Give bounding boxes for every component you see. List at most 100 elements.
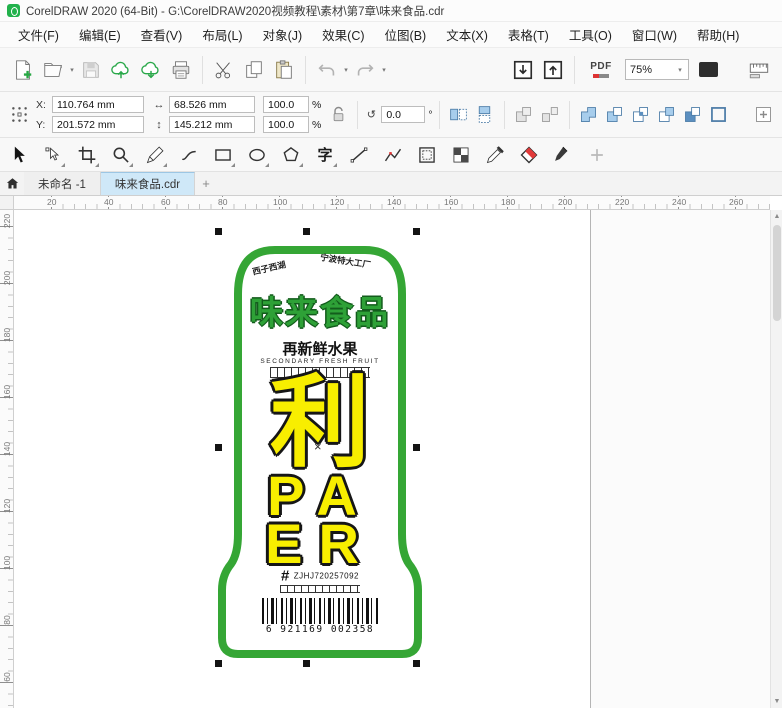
horizontal-ruler[interactable]: 20 40 60 80 100 120 140 160 180 200 220 … (14, 196, 770, 210)
trim-button[interactable] (602, 100, 628, 130)
create-boundary-button[interactable] (706, 100, 732, 130)
menu-help[interactable]: 帮助(H) (687, 22, 749, 47)
open-button[interactable] (38, 54, 68, 86)
x-position-input[interactable]: 110.764 mm (52, 96, 144, 113)
line-tool[interactable] (346, 141, 372, 169)
undo-button[interactable] (312, 54, 342, 86)
menu-effects[interactable]: 效果(C) (312, 22, 374, 47)
new-tab-button[interactable]: + (195, 172, 217, 195)
selection-handle-middle-right[interactable] (413, 444, 420, 451)
document-tab-untitled[interactable]: 未命名 -1 (24, 172, 101, 195)
selection-handle-bottom-left[interactable] (215, 660, 222, 667)
curve-icon (179, 145, 199, 165)
intersect-button[interactable] (628, 100, 654, 130)
text-tool[interactable]: 字 (312, 141, 338, 169)
print-button[interactable] (166, 54, 196, 86)
weld-button[interactable] (576, 100, 602, 130)
selection-center-mark[interactable]: × (314, 439, 322, 454)
hruler-label: 40 (103, 197, 114, 207)
scroll-up-button[interactable]: ▲ (771, 210, 782, 223)
two-point-line-tool[interactable] (176, 141, 202, 169)
rotation-angle-input[interactable]: 0.0 (381, 106, 425, 123)
mirror-vertical-button[interactable] (472, 100, 498, 130)
ruler-origin-button[interactable] (0, 196, 14, 210)
menu-bitmaps[interactable]: 位图(B) (375, 22, 437, 47)
menu-edit[interactable]: 编辑(E) (69, 22, 131, 47)
object-width-input[interactable]: 68.526 mm (169, 96, 255, 113)
paste-button[interactable] (269, 54, 299, 86)
big-word-line-2: ER (217, 520, 423, 568)
shape-cursor-icon (43, 145, 63, 165)
cloud-open-button[interactable] (106, 54, 136, 86)
import-button[interactable] (508, 54, 538, 86)
publish-pdf-button[interactable]: PDF (581, 54, 621, 86)
fill-tool[interactable] (516, 141, 542, 169)
quick-customize-button[interactable] (750, 100, 776, 130)
fullscreen-preview-button[interactable] (693, 54, 723, 86)
new-document-button[interactable] (8, 54, 38, 86)
lock-ratio-button[interactable] (325, 100, 351, 130)
scale-y-input[interactable]: 100.0 (263, 116, 309, 133)
menu-tools[interactable]: 工具(O) (559, 22, 622, 47)
add-tool-button[interactable] (584, 141, 610, 169)
front-minus-back-button[interactable] (680, 100, 706, 130)
scale-x-input[interactable]: 100.0 (263, 96, 309, 113)
redo-dropdown-caret[interactable]: ▾ (380, 66, 388, 74)
transparency-tool[interactable] (448, 141, 474, 169)
scrollbar-thumb[interactable] (773, 225, 781, 321)
rectangle-tool[interactable] (210, 141, 236, 169)
drawing-canvas[interactable]: 西子西湖 宁波特大工厂 味来食品 再新鲜水果 SECONDARY FRESH F… (14, 210, 770, 708)
break-apart-button[interactable] (537, 100, 563, 130)
menu-text[interactable]: 文本(X) (436, 22, 498, 47)
y-label: Y: (36, 119, 49, 131)
ellipse-tool[interactable] (244, 141, 270, 169)
menu-table[interactable]: 表格(T) (498, 22, 559, 47)
object-height-input[interactable]: 145.212 mm (169, 116, 255, 133)
open-dropdown-caret[interactable]: ▾ (68, 66, 76, 74)
zoom-level-select[interactable]: 75% ▾ (625, 59, 689, 80)
label-design-object[interactable]: 西子西湖 宁波特大工厂 味来食品 再新鲜水果 SECONDARY FRESH F… (14, 210, 770, 708)
selection-handle-top-center[interactable] (303, 228, 310, 235)
zoom-tool[interactable] (108, 141, 134, 169)
menu-layout[interactable]: 布局(L) (192, 22, 252, 47)
redo-button[interactable] (350, 54, 380, 86)
polygon-tool[interactable] (278, 141, 304, 169)
selection-handle-top-left[interactable] (215, 228, 222, 235)
shape-tool[interactable] (40, 141, 66, 169)
selection-handle-bottom-right[interactable] (413, 660, 420, 667)
vruler-label: 60 (2, 665, 12, 689)
menu-object[interactable]: 对象(J) (253, 22, 313, 47)
cut-button[interactable] (209, 54, 239, 86)
menu-window[interactable]: 窗口(W) (622, 22, 687, 47)
y-position-input[interactable]: 201.572 mm (52, 116, 144, 133)
freehand-tool[interactable] (142, 141, 168, 169)
document-tab-active[interactable]: 味来食品.cdr (101, 172, 195, 195)
combine-button[interactable] (511, 100, 537, 130)
selection-handle-middle-left[interactable] (215, 444, 222, 451)
polyline-tool[interactable] (380, 141, 406, 169)
vertical-scrollbar[interactable]: ▲ ▼ (770, 210, 782, 708)
scroll-down-button[interactable]: ▼ (771, 695, 782, 708)
simplify-button[interactable] (654, 100, 680, 130)
selection-handle-top-right[interactable] (413, 228, 420, 235)
copy-button[interactable] (239, 54, 269, 86)
outline-pen-tool[interactable] (550, 141, 576, 169)
pick-tool[interactable] (6, 141, 32, 169)
mirror-horizontal-button[interactable] (446, 100, 472, 130)
paste-icon (273, 59, 295, 81)
cloud-save-button[interactable] (136, 54, 166, 86)
origin-selector-button[interactable] (6, 100, 32, 130)
undo-dropdown-caret[interactable]: ▾ (342, 66, 350, 74)
hruler-label: 140 (386, 197, 402, 207)
powerclip-frame-tool[interactable] (414, 141, 440, 169)
selection-handle-bottom-center[interactable] (303, 660, 310, 667)
eyedropper-tool[interactable] (482, 141, 508, 169)
vertical-ruler[interactable]: 220 200 180 160 140 120 100 80 60 (0, 210, 14, 708)
save-button[interactable] (76, 54, 106, 86)
crop-tool[interactable] (74, 141, 100, 169)
menu-file[interactable]: 文件(F) (8, 22, 69, 47)
units-ruler-button[interactable] (744, 54, 774, 86)
export-button[interactable] (538, 54, 568, 86)
menu-view[interactable]: 查看(V) (131, 22, 193, 47)
start-page-button[interactable] (0, 172, 24, 195)
